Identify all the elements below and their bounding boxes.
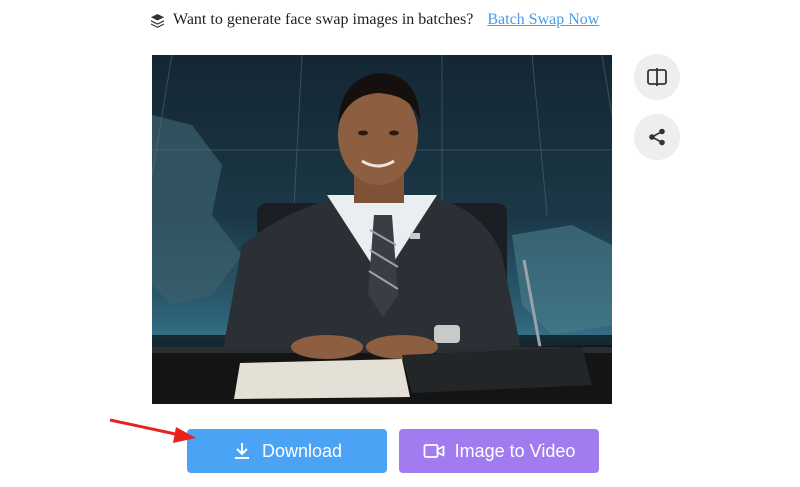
batch-promo: Want to generate face swap images in bat… (150, 8, 599, 32)
compare-button[interactable] (634, 54, 680, 100)
batch-swap-link[interactable]: Batch Swap Now (487, 11, 599, 29)
promo-text: Want to generate face swap images in bat… (173, 11, 474, 28)
download-icon (234, 443, 249, 459)
layers-icon (150, 13, 165, 28)
result-image (152, 55, 612, 404)
result-photo-illustration (152, 55, 612, 404)
download-button[interactable]: Download (187, 429, 387, 473)
download-label: Download (261, 440, 343, 461)
share-button[interactable] (634, 114, 680, 160)
share-icon (649, 128, 665, 146)
video-camera-icon (423, 444, 445, 458)
red-arrow-annotation (109, 418, 196, 443)
compare-split-icon (647, 68, 667, 86)
image-to-video-label: Image to Video (454, 440, 576, 461)
image-to-video-button[interactable]: Image to Video (399, 429, 599, 473)
